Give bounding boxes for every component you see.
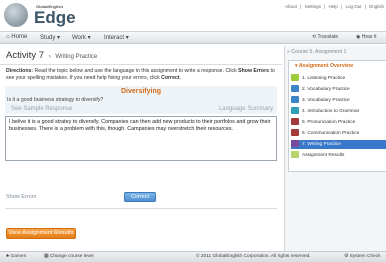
games-button[interactable]: ♣ Games <box>6 254 26 259</box>
response-text: I belive it is a good stratey to diversi… <box>9 119 271 132</box>
hear-it-label: Hear it <box>361 34 377 40</box>
header: GlobalEnglish Edge About | Settings | He… <box>0 0 386 30</box>
translate-button[interactable]: ⟲ Translate <box>312 34 338 40</box>
activity-subtitle: Writing Practice <box>55 54 98 60</box>
activity-icon <box>291 118 299 126</box>
logo-text: Edge <box>34 8 76 27</box>
overview-title-label: Assignment Overview <box>298 63 354 69</box>
nav-work-label: Work <box>72 35 86 41</box>
footer: ♣ Games ▦ Change course level © 2011 Glo… <box>0 251 386 262</box>
logout-link[interactable]: Log Out <box>346 4 362 9</box>
activity-icon <box>291 129 299 137</box>
language-summary-link[interactable]: Language Summary <box>219 106 273 112</box>
sidebar-item-listening[interactable]: 1. Listening Practice <box>291 74 386 83</box>
course-label: Course 5, Assignment 1 <box>291 49 347 55</box>
nav-home-label: Home <box>11 34 28 40</box>
correct-button[interactable]: Correct <box>124 192 156 202</box>
sidebar-item-vocabulary-2[interactable]: 3. Vocabulary Practice <box>291 96 386 105</box>
sidebar-item-results[interactable]: Assignment Results <box>291 151 386 160</box>
sidebar-item-writing[interactable]: 7. Writing Practice <box>291 140 386 149</box>
directions-show-errors: Show Errors <box>238 68 269 74</box>
sidebar-item-label: 3. Vocabulary Practice <box>302 98 350 103</box>
course-header[interactable]: » Course 5, Assignment 1 <box>287 49 346 55</box>
system-check-label: System Check <box>349 254 381 259</box>
sidebar-item-label: 5. Pronunciation Practice <box>302 120 356 125</box>
system-check-button[interactable]: ⚙ System Check <box>344 254 381 259</box>
sidebar-item-vocabulary-1[interactable]: 2. Vocabulary Practice <box>291 85 386 94</box>
system-check-icon: ⚙ <box>344 254 349 259</box>
directions: Directions: Read the topic below and use… <box>6 68 276 81</box>
directions-end: . <box>179 74 182 81</box>
sidebar-item-label: 7. Writing Practice <box>302 142 341 147</box>
separator: | <box>300 4 302 9</box>
activity-icon <box>291 74 299 82</box>
home-icon: ⌂ <box>6 34 10 40</box>
activity-title: Activity 7 <box>6 50 45 61</box>
translate-label: Translate <box>317 34 339 40</box>
separator: | <box>341 4 343 9</box>
topic-title: Diversifying <box>120 88 162 95</box>
chevron-down-icon: ▾ <box>125 35 129 41</box>
chevron-right-icon: › <box>48 54 51 60</box>
sidebar-item-label: 4. Introduction to Grammar <box>302 109 360 114</box>
view-results-button[interactable]: View Assignment Results <box>6 228 76 239</box>
chevron-down-icon: ▾ <box>87 35 91 41</box>
activity-icon <box>291 151 299 159</box>
sidebar-item-communication[interactable]: 6. Communication Practice <box>291 129 386 138</box>
sample-response-link[interactable]: See Sample Response <box>11 106 72 112</box>
sidebar-item-label: 6. Communication Practice <box>302 131 360 136</box>
separator: | <box>364 4 366 9</box>
directions-correct: Correct <box>161 74 180 81</box>
nav-study[interactable]: Study ▾ <box>40 34 60 41</box>
nav-home[interactable]: ⌂ Home <box>6 34 27 40</box>
translate-icon: ⟲ <box>312 34 317 40</box>
collapse-icon[interactable]: » <box>287 49 290 55</box>
assignment-overview: ▾ Assignment Overview 1. Listening Pract… <box>288 60 386 172</box>
topic-panel: Diversifying Is it a good business strat… <box>5 86 277 114</box>
topic-question: Is it a good business strategy to divers… <box>7 97 104 103</box>
divider <box>0 64 282 65</box>
top-links: About | Settings | Help | Log Out | Engl… <box>283 4 384 9</box>
chevron-down-icon: ▾ <box>295 63 298 69</box>
sidebar: » Course 5, Assignment 1 ▾ Assignment Ov… <box>284 46 386 251</box>
activity-icon <box>291 96 299 104</box>
games-icon: ♣ <box>6 254 10 259</box>
hear-it-button[interactable]: ◉ Hear it <box>356 34 377 40</box>
directions-text: Read the topic below and use the languag… <box>33 68 239 74</box>
games-label: Games <box>10 254 26 259</box>
sidebar-item-grammar[interactable]: 4. Introduction to Grammar <box>291 107 386 116</box>
language-link[interactable]: English <box>369 4 384 9</box>
main-content: Activity 7 › Writing Practice Directions… <box>0 46 282 251</box>
nav-interact[interactable]: Interact ▾ <box>104 34 129 41</box>
separator: | <box>324 4 326 9</box>
activity-icon <box>291 85 299 93</box>
overview-title: ▾ Assignment Overview <box>295 63 353 69</box>
nav-bar: ⌂ Home Study ▾ Work ▾ Interact ▾ ⟲ Trans… <box>0 31 386 44</box>
sidebar-item-label: 1. Listening Practice <box>302 76 346 81</box>
nav-study-label: Study <box>40 35 56 41</box>
nav-interact-label: Interact <box>104 35 125 41</box>
show-errors-button[interactable]: Show Errors <box>6 194 36 200</box>
about-link[interactable]: About <box>285 4 297 9</box>
globe-logo-icon <box>4 3 28 27</box>
activity-header: Activity 7 › Writing Practice <box>6 50 282 64</box>
change-level-label: Change course level <box>49 254 94 259</box>
speaker-icon: ◉ <box>356 34 361 40</box>
activity-icon <box>291 140 299 148</box>
help-link[interactable]: Help <box>329 4 338 9</box>
change-level-button[interactable]: ▦ Change course level <box>44 254 94 259</box>
chevron-down-icon: ▾ <box>57 35 61 41</box>
sidebar-item-pronunciation[interactable]: 5. Pronunciation Practice <box>291 118 386 127</box>
nav-work[interactable]: Work ▾ <box>72 34 91 41</box>
sidebar-item-label: Assignment Results <box>302 153 345 158</box>
response-textarea[interactable]: I belive it is a good stratey to diversi… <box>5 116 277 161</box>
sidebar-item-label: 2. Vocabulary Practice <box>302 87 350 92</box>
divider <box>5 208 277 209</box>
directions-label: Directions: <box>6 68 34 74</box>
settings-link[interactable]: Settings <box>305 4 321 9</box>
level-icon: ▦ <box>44 254 49 259</box>
activity-icon <box>291 107 299 115</box>
copyright: © 2011 GlobalEnglish Corporation. All ri… <box>196 254 311 259</box>
